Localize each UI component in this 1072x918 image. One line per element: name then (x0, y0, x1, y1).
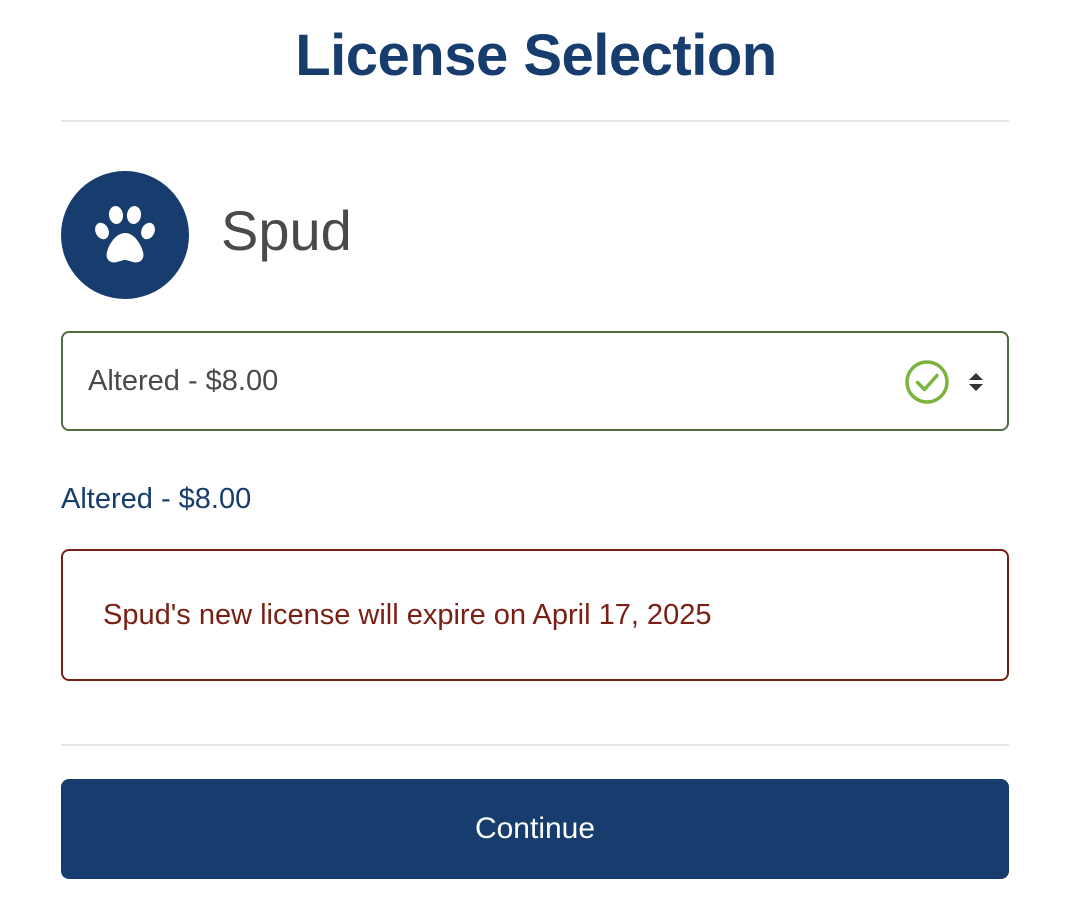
check-circle-icon (905, 360, 949, 404)
continue-button[interactable]: Continue (61, 779, 1009, 879)
page-title: License Selection (295, 23, 777, 88)
header-divider (61, 120, 1009, 122)
expiry-notice: Spud's new license will expire on April … (61, 549, 1009, 681)
footer-divider (61, 744, 1009, 746)
selected-license-summary: Altered - $8.00 (61, 483, 252, 515)
license-select[interactable]: Altered - $8.00 (61, 331, 1009, 431)
pet-name: Spud (221, 199, 352, 262)
pet-avatar (61, 171, 189, 299)
license-select-value: Altered - $8.00 (88, 365, 279, 397)
paw-icon (95, 206, 155, 263)
expiry-notice-text: Spud's new license will expire on April … (103, 599, 712, 631)
sort-arrows-icon (969, 373, 983, 391)
